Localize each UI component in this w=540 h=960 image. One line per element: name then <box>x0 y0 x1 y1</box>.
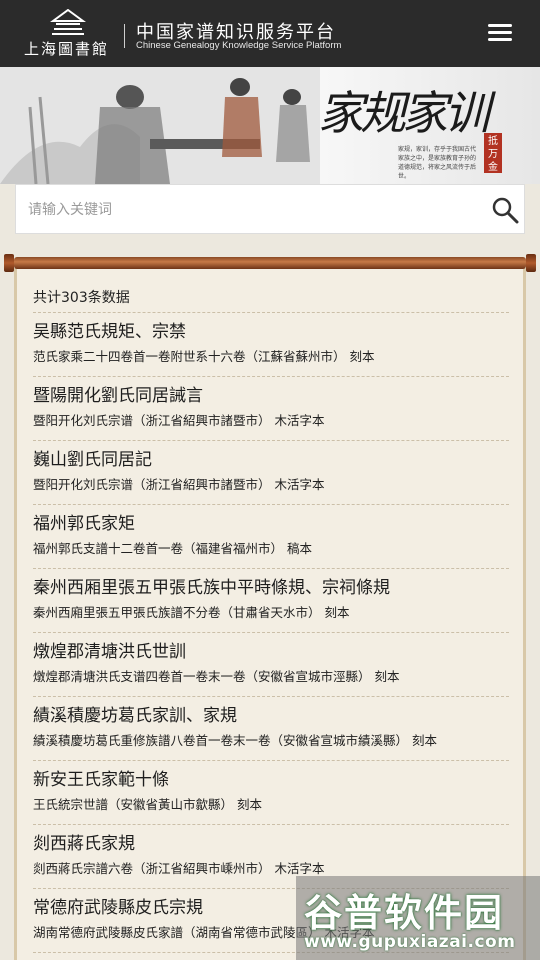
list-item[interactable]: 績溪積慶坊葛氏家訓、家規 績溪積慶坊葛氏重修族譜八卷首一卷末一卷（安徽省宣城市績… <box>33 697 509 761</box>
banner-note: 家规，家训，存乎于我国古代家族之中，是家族教育子孙的道德规范，将家之风流传于后世… <box>398 146 477 180</box>
hamburger-menu-icon[interactable] <box>486 22 516 44</box>
list-item[interactable]: 暨陽開化劉氏同居誡言 暨阳开化刘氏宗谱（浙江省紹興市諸暨市） 木活字本 <box>33 377 509 441</box>
site-watermark: 谷普软件园 www.gupuxiazai.com <box>296 876 540 960</box>
roller-end-right <box>526 254 536 272</box>
item-source: 秦州西廂里張五甲張氏族譜不分卷（甘肅省天水市） 刻本 <box>33 605 350 620</box>
scroll-roller <box>0 254 540 274</box>
item-source: 暨阳开化刘氏宗谱（浙江省紹興市諸暨市） 木活字本 <box>33 477 325 492</box>
item-title: 燉煌郡清塘洪氏世訓 <box>33 642 186 662</box>
roller-bar <box>14 257 526 269</box>
item-title: 秦州西厢里張五甲張氏族中平時條規、宗祠條規 <box>33 578 390 598</box>
item-title: 剡西蔣氏家規 <box>33 834 135 854</box>
library-logo-icon <box>50 9 86 35</box>
watermark-url: www.gupuxiazai.com <box>304 932 516 952</box>
banner-seal-stamp: 抵万金 <box>484 133 502 173</box>
list-item[interactable]: 吴縣范氏規矩、宗禁 范氏家乘二十四卷首一卷附世系十六卷（江蘇省蘇州市） 刻本 <box>33 313 509 377</box>
list-item[interactable]: 秦州西厢里張五甲張氏族中平時條規、宗祠條規 秦州西廂里張五甲張氏族譜不分卷（甘肅… <box>33 569 509 633</box>
search-input[interactable] <box>28 197 468 223</box>
results-scroll[interactable]: 共计303条数据 吴縣范氏規矩、宗禁 范氏家乘二十四卷首一卷附世系十六卷（江蘇省… <box>14 268 526 960</box>
banner-illustration <box>0 67 320 184</box>
item-title: 新安王氏家範十條 <box>33 770 169 790</box>
item-title: 巍山劉氏同居記 <box>33 450 152 470</box>
list-item[interactable]: 福州郭氏家矩 福州郭氏支譜十二卷首一卷（福建省福州市） 稿本 <box>33 505 509 569</box>
header-divider <box>124 24 125 48</box>
item-title: 績溪積慶坊葛氏家訓、家規 <box>33 706 237 726</box>
list-item[interactable]: 新安王氏家範十條 王氏統宗世譜（安徽省黃山市歙縣） 刻本 <box>33 761 509 825</box>
item-source: 范氏家乘二十四卷首一卷附世系十六卷（江蘇省蘇州市） 刻本 <box>33 349 375 364</box>
item-title: 福州郭氏家矩 <box>33 514 135 534</box>
item-source: 燉煌郡清塘洪氏支谱四卷首一卷末一卷（安徽省宣城市涇縣） 刻本 <box>33 669 400 684</box>
search-icon[interactable] <box>490 195 520 225</box>
roller-end-left <box>4 254 14 272</box>
banner-title: 家规家训 <box>318 86 490 140</box>
item-source: 績溪積慶坊葛氏重修族譜八卷首一卷末一卷（安徽省宣城市績溪縣） 刻本 <box>33 733 437 748</box>
item-source: 暨阳开化刘氏宗谱（浙江省紹興市諸暨市） 木活字本 <box>33 413 325 428</box>
item-source: 王氏統宗世譜（安徽省黃山市歙縣） 刻本 <box>33 797 262 812</box>
item-title: 吴縣范氏規矩、宗禁 <box>33 322 186 342</box>
app-header: 上海圖書館 中国家谱知识服务平台 Chinese Genealogy Knowl… <box>0 0 540 67</box>
item-title: 暨陽開化劉氏同居誡言 <box>33 386 203 406</box>
list-item[interactable]: 巍山劉氏同居記 暨阳开化刘氏宗谱（浙江省紹興市諸暨市） 木活字本 <box>33 441 509 505</box>
item-source: 福州郭氏支譜十二卷首一卷（福建省福州市） 稿本 <box>33 541 312 556</box>
banner: 家规家训 家规，家训，存乎于我国古代家族之中，是家族教育子孙的道德规范，将家之风… <box>0 67 540 184</box>
watermark-text: 谷普软件园 <box>304 891 505 935</box>
results-list: 共计303条数据 吴縣范氏規矩、宗禁 范氏家乘二十四卷首一卷附世系十六卷（江蘇省… <box>33 268 509 953</box>
list-item[interactable]: 燉煌郡清塘洪氏世訓 燉煌郡清塘洪氏支谱四卷首一卷末一卷（安徽省宣城市涇縣） 刻本 <box>33 633 509 697</box>
site-subtitle: Chinese Genealogy Knowledge Service Plat… <box>136 40 342 51</box>
search-bar <box>15 184 525 234</box>
library-logo-text: 上海圖書館 <box>24 40 110 58</box>
results-count: 共计303条数据 <box>33 268 509 313</box>
